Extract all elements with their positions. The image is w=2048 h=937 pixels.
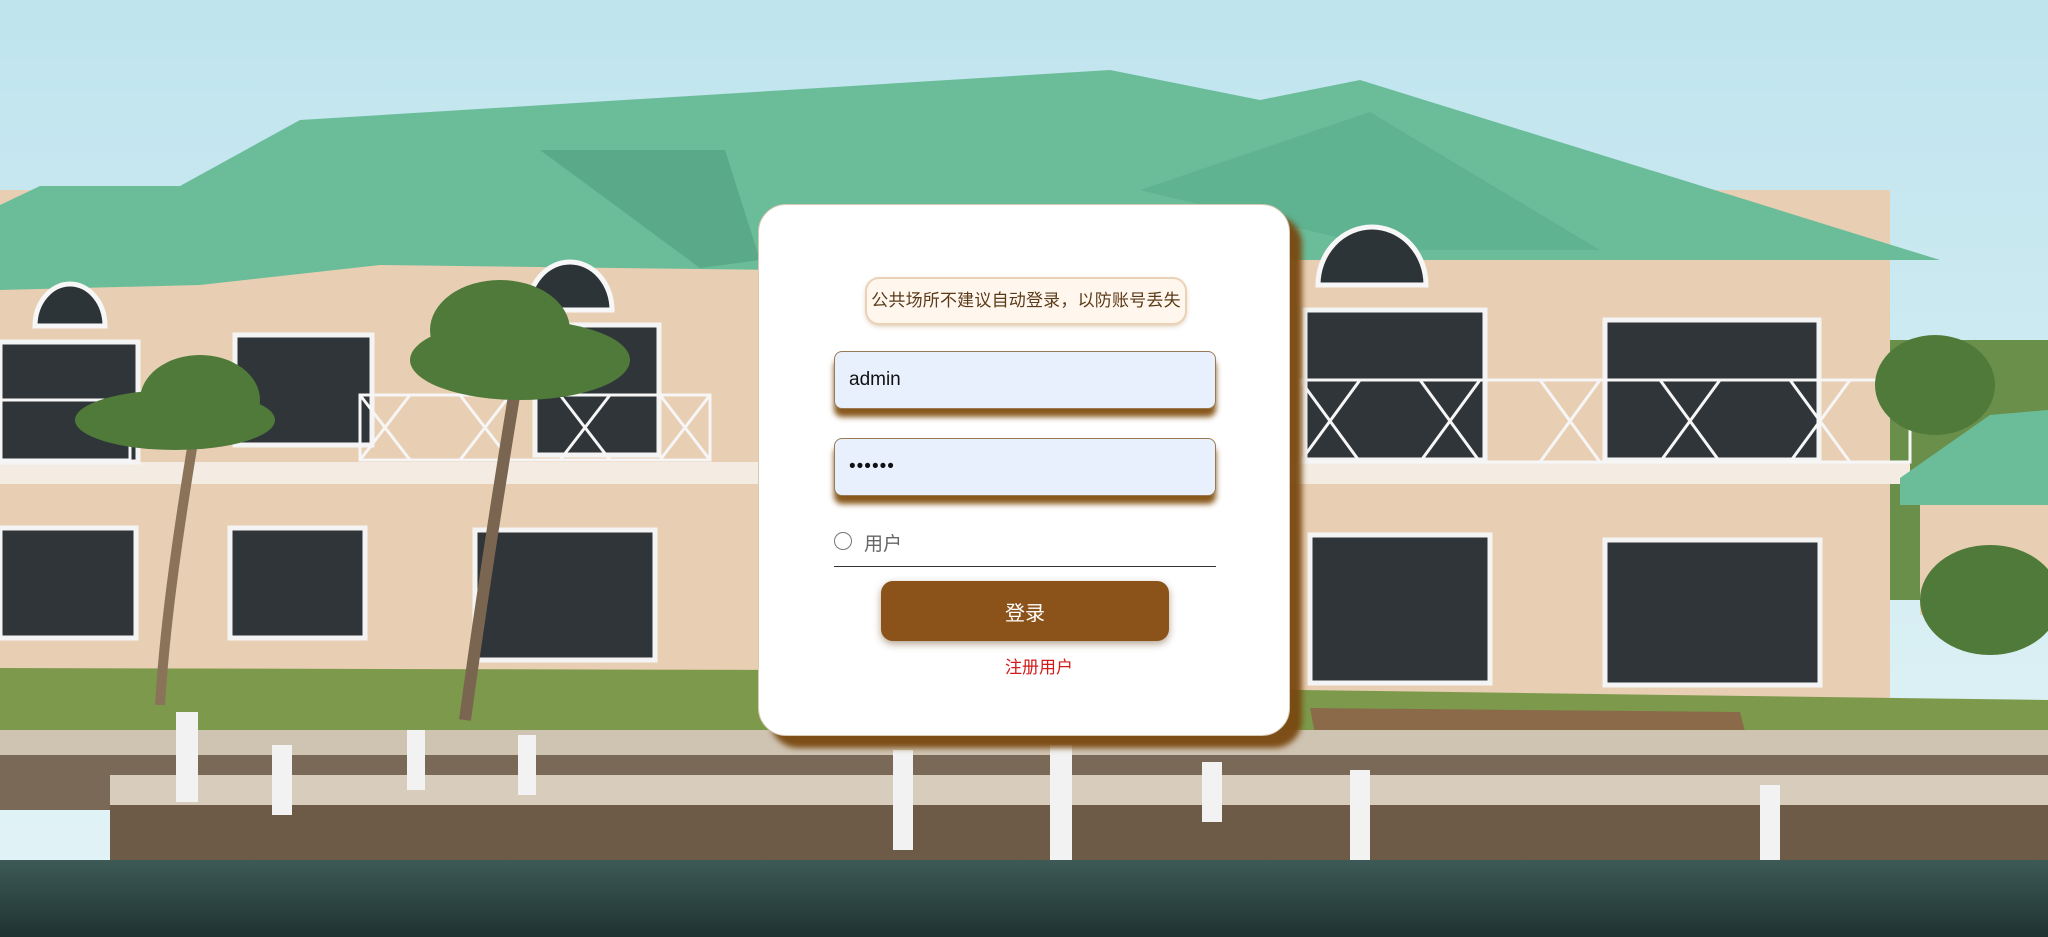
user-role-radio[interactable] bbox=[834, 532, 852, 550]
password-input[interactable] bbox=[834, 438, 1216, 496]
role-selector: 用户 bbox=[834, 523, 1216, 567]
register-user-link[interactable]: 注册用户 bbox=[759, 653, 1319, 678]
login-button[interactable]: 登录 bbox=[881, 581, 1169, 641]
login-card: 公共场所不建议自动登录，以防账号丢失 用户 登录 注册用户 bbox=[758, 204, 1290, 736]
user-role-label[interactable]: 用户 bbox=[864, 529, 902, 556]
username-input[interactable] bbox=[834, 351, 1216, 409]
auto-login-notice: 公共场所不建议自动登录，以防账号丢失 bbox=[867, 279, 1185, 323]
